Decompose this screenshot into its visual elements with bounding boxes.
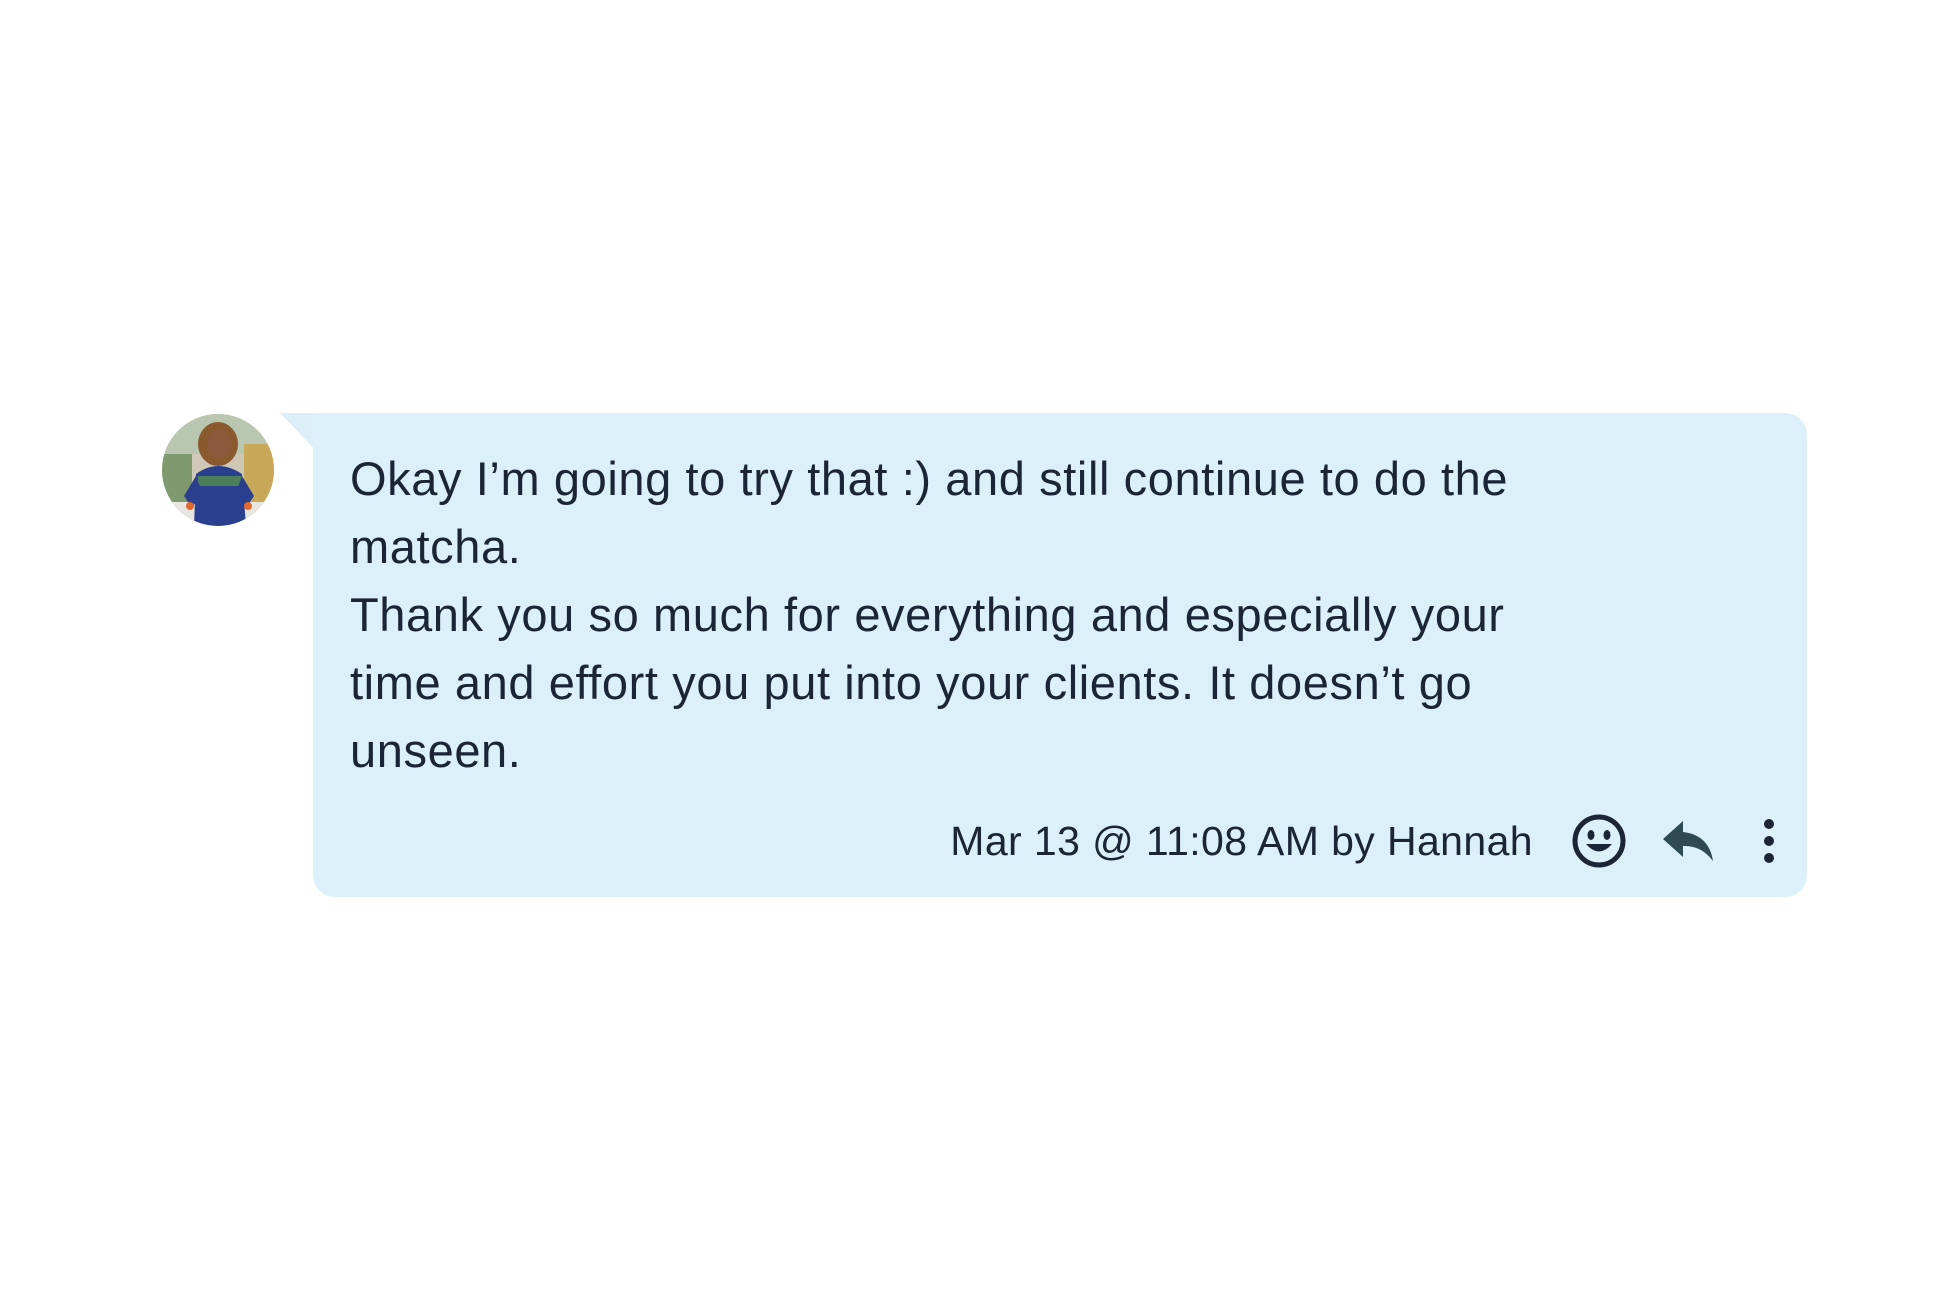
message-bubble: Okay I’m going to try that :) and still … <box>313 413 1807 897</box>
chat-canvas: Okay I’m going to try that :) and still … <box>0 0 1950 1300</box>
reply-button[interactable] <box>1659 811 1717 871</box>
message-timestamp-author: Mar 13 @ 11:08 AM by Hannah <box>950 817 1533 864</box>
vertical-ellipsis-icon <box>1764 819 1774 863</box>
avatar-photo-icon <box>162 414 274 526</box>
more-options-button[interactable] <box>1759 811 1779 871</box>
add-reaction-button[interactable] <box>1569 811 1629 871</box>
message-text: Okay I’m going to try that :) and still … <box>350 452 1509 777</box>
smiley-face-icon <box>1572 814 1626 868</box>
message-footer: Mar 13 @ 11:08 AM by Hannah <box>950 811 1779 871</box>
reply-arrow-icon <box>1663 821 1713 861</box>
sender-avatar[interactable] <box>162 414 274 526</box>
